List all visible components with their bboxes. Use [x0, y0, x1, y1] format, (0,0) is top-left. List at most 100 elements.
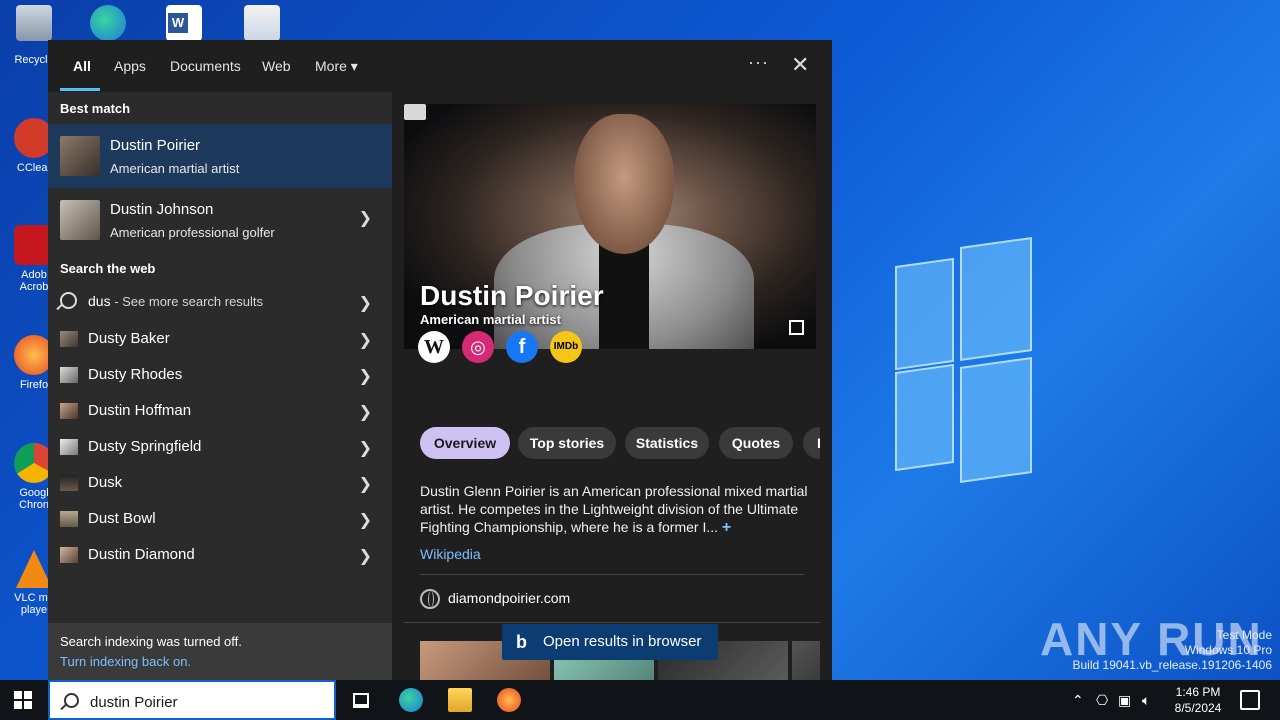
- notification-center-icon[interactable]: [1240, 690, 1260, 710]
- chevron-right-icon[interactable]: ❯: [359, 474, 372, 494]
- web-result-row[interactable]: Dust Bowl ❯: [48, 501, 392, 537]
- best-match-heading: Best match: [60, 101, 131, 116]
- result-name: Dustin Poirier: [110, 137, 201, 154]
- search-tabs-bar: All Apps Documents Web More ▾ ··· ✕: [48, 40, 832, 92]
- web-result-label: Dusk: [88, 474, 123, 491]
- tab-web[interactable]: Web: [262, 58, 291, 74]
- hero-photo-shirt: [599, 239, 649, 349]
- best-match-item[interactable]: Dustin Poirier American martial artist: [48, 124, 392, 188]
- best-match-item[interactable]: Dustin Johnson American professional gol…: [48, 188, 392, 252]
- web-result-thumbnail: [60, 331, 78, 347]
- wikipedia-icon[interactable]: W: [418, 331, 450, 363]
- recycle-bin-icon[interactable]: [16, 5, 52, 41]
- image-thumbnail[interactable]: [792, 641, 820, 680]
- more-options-icon[interactable]: ···: [748, 52, 769, 73]
- web-result-label: Dusty Baker: [88, 330, 170, 347]
- image-corner-badge: [404, 104, 426, 120]
- tab-documents[interactable]: Documents: [170, 58, 241, 74]
- edge-taskbar-icon[interactable]: [399, 688, 423, 712]
- web-result-label: Dusty Rhodes: [88, 366, 183, 383]
- windows-wallpaper-logo: [895, 236, 1032, 484]
- taskbar-search-box[interactable]: [48, 680, 336, 720]
- desktop-icon-label: Firefo: [19, 379, 49, 391]
- chip-more[interactable]: I: [803, 427, 820, 459]
- clock-time: 1:46 PM: [1175, 685, 1221, 699]
- web-result-row[interactable]: Dustin Hoffman ❯: [48, 393, 392, 429]
- preview-hero-image[interactable]: Dustin Poirier American martial artist: [404, 104, 816, 349]
- file-explorer-icon[interactable]: [448, 688, 472, 712]
- chip-quotes[interactable]: Quotes: [719, 427, 793, 459]
- open-results-in-browser-button[interactable]: b Open results in browser: [502, 624, 718, 660]
- chevron-right-icon[interactable]: ❯: [359, 366, 372, 386]
- system-clock[interactable]: 1:46 PM 8/5/2024: [1168, 684, 1228, 716]
- image-file-icon[interactable]: [244, 5, 280, 41]
- instagram-icon[interactable]: ◎: [462, 331, 494, 363]
- description-text: Dustin Glenn Poirier is an American prof…: [420, 483, 808, 535]
- test-mode-watermark: Test Mode Windows 10 Pro Build 19041.vb_…: [1073, 628, 1273, 673]
- indexing-message: Search indexing was turned off.: [60, 634, 242, 649]
- chip-statistics[interactable]: Statistics: [625, 427, 709, 459]
- word-document-icon[interactable]: W: [166, 5, 202, 41]
- chevron-right-icon[interactable]: ❯: [359, 208, 372, 228]
- web-query-row[interactable]: dus - See more search results ❯: [48, 284, 392, 320]
- device-icon[interactable]: ⎔: [1096, 692, 1108, 709]
- desktop-icon-label: CClear: [16, 162, 52, 174]
- chevron-right-icon[interactable]: ❯: [359, 293, 372, 313]
- chevron-up-icon[interactable]: ⌃: [1072, 692, 1084, 709]
- taskbar-search-input[interactable]: [88, 690, 332, 714]
- web-result-label: Dust Bowl: [88, 510, 156, 527]
- vlc-cone-icon: [16, 550, 52, 588]
- tab-apps[interactable]: Apps: [114, 58, 146, 74]
- web-result-label: Dustin Diamond: [88, 546, 195, 563]
- open-results-label: Open results in browser: [543, 633, 702, 650]
- close-icon[interactable]: ✕: [791, 52, 809, 78]
- chevron-right-icon[interactable]: ❯: [359, 438, 372, 458]
- tab-more[interactable]: More ▾: [315, 58, 358, 75]
- preview-subtitle: American martial artist: [420, 312, 561, 327]
- facebook-icon[interactable]: f: [506, 331, 538, 363]
- result-thumbnail: [60, 136, 100, 176]
- chevron-right-icon[interactable]: ❯: [359, 402, 372, 422]
- volume-icon[interactable]: 🔈︎: [1142, 692, 1150, 709]
- divider: [420, 574, 804, 575]
- clock-date: 8/5/2024: [1174, 701, 1222, 715]
- web-result-row[interactable]: Dusty Baker ❯: [48, 321, 392, 357]
- search-icon: [60, 292, 77, 309]
- search-web-heading: Search the web: [60, 261, 156, 276]
- chip-top-stories[interactable]: Top stories: [518, 427, 616, 459]
- web-result-row[interactable]: Dusty Rhodes ❯: [48, 357, 392, 393]
- web-result-thumbnail: [60, 367, 78, 383]
- network-icon[interactable]: ▣: [1118, 692, 1131, 709]
- web-result-row[interactable]: Dusk ❯: [48, 465, 392, 501]
- watermark-line: Windows 10 Pro: [1184, 643, 1272, 657]
- turn-indexing-on-link[interactable]: Turn indexing back on.: [60, 654, 191, 669]
- watermark-line: Test Mode: [1216, 628, 1272, 642]
- web-result-label: Dustin Hoffman: [88, 402, 192, 419]
- search-icon: [64, 693, 79, 708]
- web-query-term: dus: [88, 293, 111, 309]
- chip-overview[interactable]: Overview: [420, 427, 510, 459]
- web-query-text: dus - See more search results: [88, 293, 263, 309]
- wikipedia-link[interactable]: Wikipedia: [420, 546, 481, 562]
- chevron-right-icon[interactable]: ❯: [359, 510, 372, 530]
- web-result-row[interactable]: Dustin Diamond ❯: [48, 537, 392, 573]
- preview-description: Dustin Glenn Poirier is an American prof…: [420, 482, 810, 537]
- results-list: Best match Dustin Poirier American marti…: [48, 92, 392, 693]
- imdb-icon[interactable]: IMDb: [550, 331, 582, 363]
- start-button[interactable]: [14, 691, 32, 709]
- expand-description-icon[interactable]: +: [722, 519, 731, 536]
- web-result-label: Dusty Springfield: [88, 438, 202, 455]
- tab-all[interactable]: All: [73, 58, 91, 74]
- active-tab-indicator: [60, 88, 100, 91]
- bing-icon: b: [516, 632, 527, 652]
- hero-photo-face: [574, 114, 674, 254]
- web-result-row[interactable]: Dusty Springfield ❯: [48, 429, 392, 465]
- firefox-taskbar-icon[interactable]: [497, 688, 521, 712]
- web-query-suffix: - See more search results: [110, 294, 264, 309]
- expand-image-icon[interactable]: [789, 320, 804, 335]
- chevron-right-icon[interactable]: ❯: [359, 330, 372, 350]
- chevron-right-icon[interactable]: ❯: [359, 546, 372, 566]
- web-result-thumbnail: [60, 511, 78, 527]
- task-view-icon[interactable]: [350, 688, 374, 712]
- edge-desktop-icon[interactable]: [90, 5, 126, 41]
